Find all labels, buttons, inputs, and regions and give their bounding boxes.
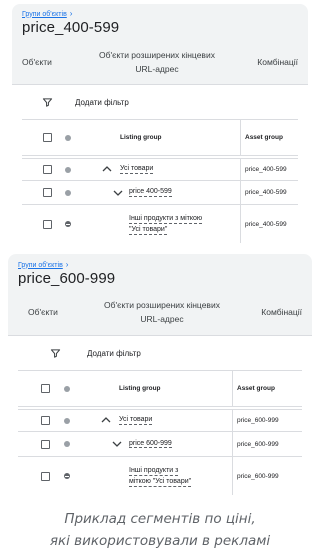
listing-group-link[interactable]: Інші продукти з міткою "Усі товари" — [129, 465, 192, 487]
column-divider — [240, 120, 241, 155]
tab-header: Об'єкти Об'єкти розширених кінцевих URL-… — [22, 40, 298, 84]
chevron-right-icon: › — [65, 260, 69, 269]
listing-panel: Додати фільтр Listing group Asset group … — [8, 335, 312, 495]
chevron-up-icon[interactable] — [102, 165, 112, 174]
tab-final-url[interactable]: Об'єкти розширених кінцевих URL-адрес — [76, 48, 238, 76]
tab-final-url-line1: Об'єкти розширених кінцевих — [104, 300, 220, 310]
tab-final-url-line2: URL-адрес — [140, 314, 184, 324]
page-title: price_600-999 — [18, 270, 116, 287]
filter-icon[interactable] — [41, 96, 53, 108]
breadcrumb-link[interactable]: Групи об'єктів — [22, 11, 67, 18]
col-asset-group[interactable]: Asset group — [237, 385, 275, 392]
status-dot-icon — [65, 166, 71, 173]
tab-combinations[interactable]: Комбінації — [238, 57, 298, 67]
table-row: Інші продукти з міткою "Усі товари" pric… — [22, 205, 298, 243]
status-dot-icon — [65, 134, 71, 141]
asset-group-cell: price_400-599 — [245, 220, 287, 228]
row-checkbox[interactable] — [43, 188, 52, 197]
excluded-icon — [64, 473, 70, 479]
listing-group-link[interactable]: Усі товари — [119, 416, 153, 425]
row-checkbox[interactable] — [43, 165, 52, 174]
filter-icon[interactable] — [49, 347, 61, 359]
row-checkbox[interactable] — [41, 471, 50, 481]
select-all-checkbox[interactable] — [41, 384, 50, 393]
tab-objects[interactable]: Об'єкти — [22, 57, 76, 67]
chevron-down-icon[interactable] — [112, 441, 122, 449]
listing-group-link-line1: Інші продукти з — [129, 467, 179, 476]
tab-objects[interactable]: Об'єкти — [18, 307, 82, 317]
table-row: price 400-599 price_400-599 — [22, 181, 298, 205]
listing-group-link[interactable]: Інші продукти з міткою "Усі товари" — [129, 213, 203, 235]
status-dot-icon — [64, 441, 70, 447]
column-divider — [232, 432, 233, 456]
filter-bar[interactable]: Додати фільтр — [22, 85, 298, 120]
status-dot-icon — [65, 189, 71, 196]
caption: Приклад сегментів по ціні, які використо… — [0, 508, 320, 552]
tab-combinations[interactable]: Комбінації — [242, 307, 302, 317]
page-title: price_400-599 — [22, 19, 120, 36]
chevron-down-icon[interactable] — [113, 190, 123, 198]
listing-panel: Додати фільтр Listing group Asset group … — [12, 84, 308, 243]
tab-final-url[interactable]: Об'єкти розширених кінцевих URL-адрес — [82, 298, 242, 326]
listing-group-link-line2: "Усі товари" — [129, 226, 168, 235]
excluded-icon — [65, 221, 71, 227]
breadcrumb-link[interactable]: Групи об'єктів — [18, 262, 63, 269]
caption-line1: Приклад сегментів по ціні, — [64, 511, 256, 527]
asset-group-cell: price_600-999 — [237, 472, 279, 480]
row-checkbox[interactable] — [41, 439, 50, 449]
asset-group-card: Групи об'єктів › price_600-999 Об'єкти О… — [8, 254, 312, 495]
table-row: Інші продукти з міткою "Усі товари" pric… — [18, 457, 302, 495]
table-header-row: Listing group Asset group — [22, 120, 298, 156]
listing-group-link[interactable]: Усі товари — [120, 165, 154, 174]
table-row: price 600-999 price_600-999 — [18, 432, 302, 457]
add-filter-button[interactable]: Додати фільтр — [75, 98, 129, 107]
asset-group-cell: price_400-599 — [245, 189, 287, 196]
column-divider — [240, 205, 241, 243]
add-filter-button[interactable]: Додати фільтр — [87, 349, 141, 358]
column-divider — [232, 410, 233, 431]
column-divider — [232, 371, 233, 406]
breadcrumb: Групи об'єктів › — [18, 261, 302, 269]
status-dot-icon — [64, 417, 70, 424]
asset-group-cell: price_400-599 — [245, 166, 287, 173]
tab-header: Об'єкти Об'єкти розширених кінцевих URL-… — [18, 289, 302, 335]
asset-group-cell: price_600-999 — [237, 417, 279, 424]
table-row: Усі товари price_600-999 — [18, 409, 302, 432]
table-row: Усі товари price_400-599 — [22, 158, 298, 181]
col-asset-group[interactable]: Asset group — [245, 134, 283, 141]
column-divider — [240, 181, 241, 204]
column-divider — [240, 159, 241, 180]
col-listing-group[interactable]: Listing group — [120, 134, 162, 141]
filter-bar[interactable]: Додати фільтр — [18, 336, 302, 371]
chevron-right-icon: › — [69, 9, 73, 18]
asset-group-cell: price_600-999 — [237, 440, 279, 448]
tab-final-url-line1: Об'єкти розширених кінцевих — [99, 50, 215, 60]
asset-group-card: Групи об'єктів › price_400-599 Об'єкти О… — [12, 4, 308, 243]
chevron-up-icon[interactable] — [101, 417, 111, 425]
row-checkbox[interactable] — [41, 416, 50, 425]
table-header-row: Listing group Asset group — [18, 371, 302, 407]
listing-group-link[interactable]: price 600-999 — [129, 440, 172, 449]
caption-line2: які використовували в рекламі — [49, 533, 271, 549]
tab-final-url-line2: URL-адрес — [135, 64, 179, 74]
listing-group-link[interactable]: price 400-599 — [129, 188, 172, 197]
listing-group-link-line2: міткою "Усі товари" — [129, 478, 192, 487]
listing-group-link-line1: Інші продукти з міткою — [129, 215, 203, 224]
breadcrumb: Групи об'єктів › — [22, 10, 298, 18]
column-divider — [232, 457, 233, 495]
row-checkbox[interactable] — [43, 219, 52, 229]
col-listing-group[interactable]: Listing group — [119, 385, 161, 392]
status-dot-icon — [64, 385, 70, 392]
select-all-checkbox[interactable] — [43, 133, 52, 142]
